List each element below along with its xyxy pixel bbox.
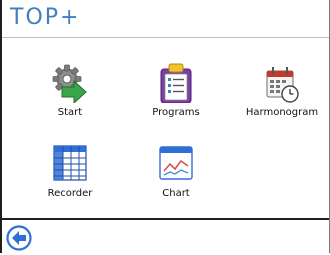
app-screen: TOP+ Start Programs Harmonogram Recorder… bbox=[0, 0, 330, 253]
chart-tile[interactable]: Chart bbox=[139, 144, 213, 212]
grid-table-icon bbox=[52, 144, 88, 184]
back-arrow-icon bbox=[6, 225, 32, 251]
bottom-bar bbox=[2, 218, 329, 253]
start-label: Start bbox=[57, 107, 83, 118]
top-bar: TOP+ bbox=[2, 0, 329, 37]
gear-arrow-icon bbox=[52, 63, 88, 105]
footer-divider bbox=[2, 218, 329, 220]
clipboard-list-icon bbox=[158, 63, 194, 104]
recorder-tile[interactable]: Recorder bbox=[33, 144, 107, 212]
header-divider bbox=[2, 37, 329, 38]
harmonogram-label: Harmonogram bbox=[245, 107, 319, 118]
start-tile[interactable]: Start bbox=[33, 63, 107, 131]
programs-label: Programs bbox=[152, 107, 200, 118]
recorder-label: Recorder bbox=[47, 188, 93, 199]
programs-tile[interactable]: Programs bbox=[139, 63, 213, 131]
back-button[interactable] bbox=[6, 225, 32, 251]
line-chart-icon bbox=[158, 144, 194, 184]
calendar-clock-icon bbox=[264, 63, 300, 103]
harmonogram-tile[interactable]: Harmonogram bbox=[245, 63, 319, 131]
app-logo: TOP+ bbox=[10, 5, 81, 30]
chart-label: Chart bbox=[162, 188, 190, 199]
